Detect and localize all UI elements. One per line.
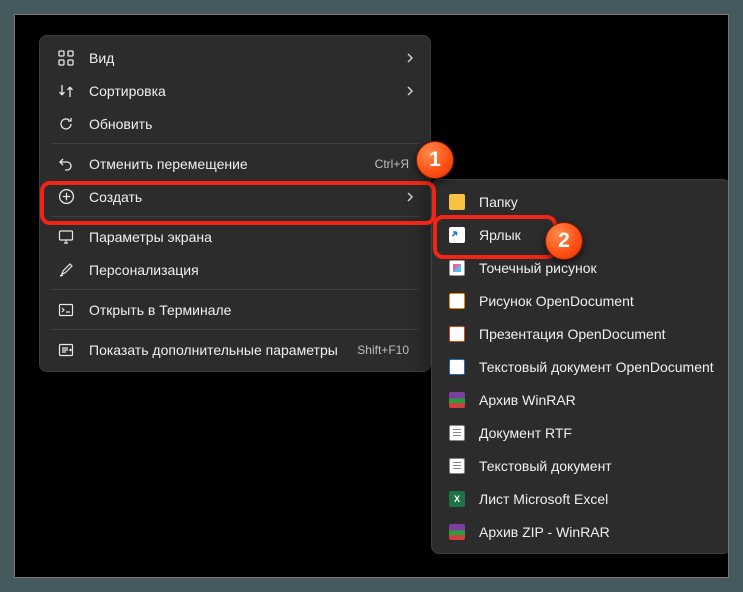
step-badge-1: 1 — [416, 141, 454, 179]
shortcut-icon — [449, 227, 465, 243]
separator — [51, 143, 419, 144]
monitor-icon — [57, 228, 75, 246]
submenu-item-label: Архив WinRAR — [465, 392, 715, 408]
chevron-right-icon — [405, 53, 415, 63]
menu-item-label: Показать дополнительные параметры — [75, 342, 357, 358]
submenu-item-odp[interactable]: Презентация OpenDocument — [437, 317, 725, 350]
menu-item-label: Персонализация — [75, 262, 415, 278]
opendocument-presentation-icon — [449, 326, 465, 342]
grid-icon — [57, 49, 75, 67]
more-options-icon — [57, 341, 75, 359]
submenu-item-label: Точечный рисунок — [465, 260, 715, 276]
opendocument-text-icon — [449, 359, 465, 375]
zip-icon — [449, 524, 465, 540]
submenu-item-txt[interactable]: Текстовый документ — [437, 449, 725, 482]
submenu-item-bitmap[interactable]: Точечный рисунок — [437, 251, 725, 284]
menu-item-open-terminal[interactable]: Открыть в Терминале — [45, 293, 425, 326]
undo-icon — [57, 155, 75, 173]
submenu-item-xlsx[interactable]: X Лист Microsoft Excel — [437, 482, 725, 515]
menu-item-label: Отменить перемещение — [75, 156, 375, 172]
excel-icon: X — [449, 491, 465, 507]
shortcut-text: Shift+F10 — [357, 343, 415, 357]
menu-item-label: Открыть в Терминале — [75, 302, 415, 318]
submenu-item-label: Текстовый документ OpenDocument — [465, 359, 715, 375]
submenu-item-zip[interactable]: Архив ZIP - WinRAR — [437, 515, 725, 548]
context-menu-main: Вид Сортировка Обновить — [39, 35, 431, 372]
opendocument-drawing-icon — [449, 293, 465, 309]
menu-item-label: Сортировка — [75, 83, 405, 99]
submenu-item-label: Презентация OpenDocument — [465, 326, 715, 342]
submenu-item-label: Архив ZIP - WinRAR — [465, 524, 715, 540]
menu-item-label: Вид — [75, 50, 405, 66]
submenu-item-odg[interactable]: Рисунок OpenDocument — [437, 284, 725, 317]
plus-circle-icon — [57, 188, 75, 206]
rtf-icon — [449, 425, 465, 441]
menu-item-sort[interactable]: Сортировка — [45, 74, 425, 107]
menu-item-label: Создать — [75, 189, 405, 205]
menu-item-more-options[interactable]: Показать дополнительные параметры Shift+… — [45, 333, 425, 366]
folder-icon — [449, 194, 465, 210]
separator — [51, 216, 419, 217]
step-badge-2: 2 — [545, 222, 583, 260]
chevron-right-icon — [405, 86, 415, 96]
winrar-icon — [449, 392, 465, 408]
desktop-background: Вид Сортировка Обновить — [14, 14, 729, 578]
menu-item-personalize[interactable]: Персонализация — [45, 253, 425, 286]
submenu-item-label: Ярлык — [465, 227, 715, 243]
submenu-item-rar[interactable]: Архив WinRAR — [437, 383, 725, 416]
menu-item-view[interactable]: Вид — [45, 41, 425, 74]
submenu-item-label: Текстовый документ — [465, 458, 715, 474]
separator — [51, 329, 419, 330]
submenu-item-label: Лист Microsoft Excel — [465, 491, 715, 507]
text-file-icon — [449, 458, 465, 474]
separator — [51, 289, 419, 290]
submenu-item-label: Документ RTF — [465, 425, 715, 441]
submenu-item-label: Папку — [465, 194, 715, 210]
bitmap-icon — [449, 260, 465, 276]
menu-item-label: Параметры экрана — [75, 229, 415, 245]
brush-icon — [57, 261, 75, 279]
menu-item-undo-move[interactable]: Отменить перемещение Ctrl+Я — [45, 147, 425, 180]
submenu-item-odt[interactable]: Текстовый документ OpenDocument — [437, 350, 725, 383]
submenu-item-rtf[interactable]: Документ RTF — [437, 416, 725, 449]
menu-item-label: Обновить — [75, 116, 415, 132]
submenu-item-folder[interactable]: Папку — [437, 185, 725, 218]
sort-icon — [57, 82, 75, 100]
menu-item-new[interactable]: Создать — [45, 180, 425, 213]
submenu-item-label: Рисунок OpenDocument — [465, 293, 715, 309]
menu-item-refresh[interactable]: Обновить — [45, 107, 425, 140]
shortcut-text: Ctrl+Я — [375, 157, 415, 171]
chevron-right-icon — [405, 192, 415, 202]
refresh-icon — [57, 115, 75, 133]
menu-item-display-settings[interactable]: Параметры экрана — [45, 220, 425, 253]
terminal-icon — [57, 301, 75, 319]
